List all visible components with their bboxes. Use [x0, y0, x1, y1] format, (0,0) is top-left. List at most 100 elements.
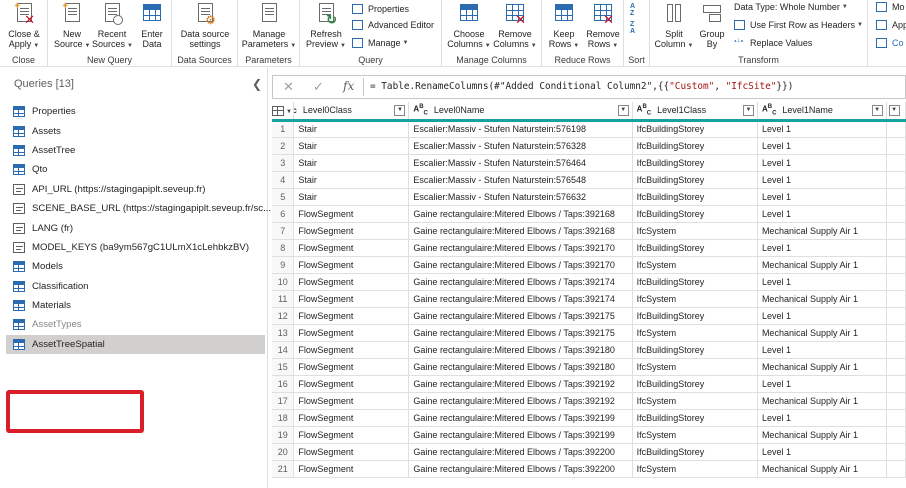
- query-item-assets[interactable]: Assets: [0, 121, 268, 140]
- table-cell[interactable]: Gaine rectangulaire:Mitered Elbows / Tap…: [408, 358, 633, 376]
- table-cell[interactable]: Level 1: [757, 137, 887, 155]
- table-cell[interactable]: Stair: [293, 171, 410, 189]
- table-row[interactable]: 16 FlowSegment Gaine rectangulaire:Mitered…: [272, 375, 906, 393]
- table-cell[interactable]: Mechanical Supply Air 1: [757, 290, 887, 308]
- replace-values-button[interactable]: ₁↓₂ Replace Values: [734, 34, 812, 51]
- column-header-level0class[interactable]: cLevel0Class▼: [293, 102, 410, 122]
- table-cell[interactable]: [886, 273, 906, 291]
- table-cell[interactable]: FlowSegment: [293, 239, 410, 257]
- table-cell[interactable]: Level 1: [757, 154, 887, 172]
- table-cell[interactable]: FlowSegment: [293, 358, 410, 376]
- table-cell[interactable]: [886, 171, 906, 189]
- table-row[interactable]: 20 FlowSegment Gaine rectangulaire:Mitered…: [272, 443, 906, 461]
- column-header-level1class[interactable]: ABC Level1Class ▼: [632, 102, 758, 122]
- table-cell[interactable]: Gaine rectangulaire:Mitered Elbows / Tap…: [408, 324, 633, 342]
- table-cell[interactable]: IfcBuildingStorey: [632, 120, 758, 138]
- table-cell[interactable]: IfcBuildingStorey: [632, 188, 758, 206]
- advanced-editor-button[interactable]: Advanced Editor: [352, 16, 434, 33]
- keep-rows-button[interactable]: Keep Rows ▼: [546, 2, 582, 51]
- table-cell[interactable]: [886, 324, 906, 342]
- table-cell[interactable]: Level 1: [757, 307, 887, 325]
- table-cell[interactable]: Gaine rectangulaire:Mitered Elbows / Tap…: [408, 307, 633, 325]
- table-cell[interactable]: IfcSystem: [632, 324, 758, 342]
- table-cell[interactable]: FlowSegment: [293, 324, 410, 342]
- table-cell[interactable]: Gaine rectangulaire:Mitered Elbows / Tap…: [408, 273, 633, 291]
- table-cell[interactable]: FlowSegment: [293, 409, 410, 427]
- table-cell[interactable]: Mechanical Supply Air 1: [757, 324, 887, 342]
- table-cell[interactable]: Gaine rectangulaire:Mitered Elbows / Tap…: [408, 426, 633, 444]
- table-cell[interactable]: FlowSegment: [293, 443, 410, 461]
- query-item-assettree[interactable]: AssetTree: [0, 141, 268, 160]
- table-cell[interactable]: Level 1: [757, 443, 887, 461]
- table-cell[interactable]: [886, 120, 906, 138]
- query-item-classification[interactable]: Classification: [0, 277, 268, 296]
- query-item-assettypes[interactable]: AssetTypes: [0, 315, 268, 334]
- table-cell[interactable]: Level 1: [757, 171, 887, 189]
- formula-input[interactable]: = Table.RenameColumns(#"Added Conditiona…: [370, 81, 793, 92]
- table-cell[interactable]: IfcSystem: [632, 358, 758, 376]
- query-item-properties[interactable]: Properties: [0, 102, 268, 121]
- query-item-models[interactable]: Models: [0, 257, 268, 276]
- table-cell[interactable]: Escalier:Massiv - Stufen Naturstein:5765…: [408, 171, 633, 189]
- table-cell[interactable]: IfcBuildingStorey: [632, 341, 758, 359]
- table-row[interactable]: 3 Stair Escalier:Massiv - Stufen Naturstei…: [272, 154, 906, 172]
- table-cell[interactable]: Level 1: [757, 375, 887, 393]
- table-row[interactable]: 18 FlowSegment Gaine rectangulaire:Mitered…: [272, 409, 906, 427]
- table-row[interactable]: 21 FlowSegment Gaine rectangulaire:Mitered…: [272, 460, 906, 478]
- remove-columns-button[interactable]: ✕ Remove Columns ▼: [492, 2, 538, 51]
- table-cell[interactable]: IfcBuildingStorey: [632, 205, 758, 223]
- recent-sources-button[interactable]: Recent Sources ▼: [92, 2, 133, 51]
- table-cell[interactable]: Stair: [293, 188, 410, 206]
- table-cell[interactable]: FlowSegment: [293, 205, 410, 223]
- table-cell[interactable]: [886, 188, 906, 206]
- table-cell[interactable]: [886, 222, 906, 240]
- table-cell[interactable]: IfcBuildingStorey: [632, 375, 758, 393]
- table-cell[interactable]: Stair: [293, 120, 410, 138]
- table-row[interactable]: 7 FlowSegment Gaine rectangulaire:Mitered …: [272, 222, 906, 240]
- table-cell[interactable]: FlowSegment: [293, 375, 410, 393]
- table-cell[interactable]: IfcBuildingStorey: [632, 307, 758, 325]
- table-cell[interactable]: FlowSegment: [293, 307, 410, 325]
- query-item-api-url[interactable]: API_URL (https://stagingapiplt.seveup.fr…: [0, 180, 268, 199]
- table-cell[interactable]: IfcSystem: [632, 392, 758, 410]
- table-row[interactable]: 1 Stair Escalier:Massiv - Stufen Naturstei…: [272, 120, 906, 138]
- column-header-next[interactable]: ▼: [886, 102, 906, 122]
- table-cell[interactable]: IfcSystem: [632, 426, 758, 444]
- table-cell[interactable]: [886, 409, 906, 427]
- table-cell[interactable]: [886, 290, 906, 308]
- table-cell[interactable]: IfcBuildingStorey: [632, 137, 758, 155]
- table-cell[interactable]: IfcSystem: [632, 222, 758, 240]
- table-cell[interactable]: Level 1: [757, 409, 887, 427]
- table-cell[interactable]: Gaine rectangulaire:Mitered Elbows / Tap…: [408, 290, 633, 308]
- table-cell[interactable]: IfcSystem: [632, 290, 758, 308]
- close-apply-button[interactable]: ✕ ✦ Close & Apply ▼: [6, 2, 42, 51]
- table-cell[interactable]: Gaine rectangulaire:Mitered Elbows / Tap…: [408, 341, 633, 359]
- table-cell[interactable]: [886, 426, 906, 444]
- table-cell[interactable]: Gaine rectangulaire:Mitered Elbows / Tap…: [408, 256, 633, 274]
- table-cell[interactable]: FlowSegment: [293, 392, 410, 410]
- use-first-row-as-headers-button[interactable]: Use First Row as Headers ▼: [734, 16, 863, 33]
- column-header-level0name[interactable]: ABC Level0Name ▼: [408, 102, 633, 122]
- data-source-settings-button[interactable]: ⚙ Data source settings: [176, 2, 234, 49]
- table-cell[interactable]: Gaine rectangulaire:Mitered Elbows / Tap…: [408, 205, 633, 223]
- manage-button[interactable]: Manage ▼: [352, 34, 408, 51]
- table-menu-button[interactable]: ▼: [272, 102, 295, 122]
- table-cell[interactable]: [886, 256, 906, 274]
- table-cell[interactable]: IfcBuildingStorey: [632, 154, 758, 172]
- table-cell[interactable]: Level 1: [757, 273, 887, 291]
- table-cell[interactable]: [886, 205, 906, 223]
- query-item-assettreespatial[interactable]: AssetTreeSpatial: [6, 334, 265, 355]
- table-cell[interactable]: IfcSystem: [632, 460, 758, 478]
- new-source-button[interactable]: ✦ New Source ▼: [54, 2, 90, 51]
- table-cell[interactable]: FlowSegment: [293, 256, 410, 274]
- query-item-model-keys[interactable]: MODEL_KEYS (ba9ym567gC1ULmX1cLehbkzBV): [0, 238, 268, 257]
- sort-ascending-button[interactable]: AZ: [630, 2, 646, 17]
- query-item-lang[interactable]: LANG (fr): [0, 218, 268, 237]
- table-row[interactable]: 6 FlowSegment Gaine rectangulaire:Mitered …: [272, 205, 906, 223]
- table-cell[interactable]: [886, 460, 906, 478]
- filter-dropdown-icon[interactable]: ▼: [871, 105, 883, 116]
- table-cell[interactable]: Mechanical Supply Air 1: [757, 392, 887, 410]
- chevron-left-icon[interactable]: ❮: [252, 77, 262, 91]
- table-cell[interactable]: [886, 307, 906, 325]
- table-cell[interactable]: FlowSegment: [293, 222, 410, 240]
